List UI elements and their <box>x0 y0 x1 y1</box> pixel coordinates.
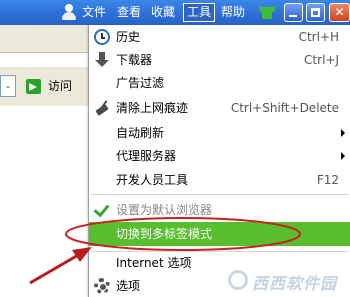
menu-item-clear-traces[interactable]: 清除上网痕迹 Ctrl+Shift+Delete <box>89 96 350 120</box>
menu-view[interactable]: 查看 <box>117 4 141 21</box>
restore-button[interactable] <box>306 3 325 22</box>
skin-shirt-icon[interactable] <box>259 5 275 19</box>
download-icon <box>94 52 110 68</box>
title-bar: 文件 查看 收藏 工具 帮助 ✕ <box>0 0 350 25</box>
submenu-arrow-icon <box>341 152 345 160</box>
menu-item-proxy-server[interactable]: 代理服务器 <box>89 144 350 168</box>
check-icon <box>94 202 110 218</box>
submenu-arrow-icon <box>341 129 345 137</box>
menu-item-history[interactable]: 历史 Ctrl+H <box>89 25 350 49</box>
menu-item-auto-refresh[interactable]: 自动刷新 <box>89 121 350 145</box>
menu-help[interactable]: 帮助 <box>221 4 245 21</box>
menu-favorites[interactable]: 收藏 <box>151 4 175 21</box>
restore-icon <box>311 8 320 17</box>
menu-item-label: 自动刷新 <box>116 126 165 140</box>
menu-item-label: 历史 <box>116 30 141 44</box>
shortcut-label: Ctrl+Shift+Delete <box>230 101 339 115</box>
menu-item-label: 清除上网痕迹 <box>116 101 189 115</box>
user-icon[interactable] <box>62 4 76 20</box>
menu-item-label: 切换到多标签模式 <box>116 227 213 241</box>
watermark-logo: 西西软件园 <box>228 268 348 294</box>
close-button[interactable]: ✕ <box>329 3 350 22</box>
menu-item-label: 选项 <box>116 279 141 293</box>
gear-icon <box>94 278 110 294</box>
minimize-icon <box>289 15 297 17</box>
menu-item-label: 设置为默认浏览器 <box>116 203 213 217</box>
watermark-globe-icon <box>228 270 248 290</box>
menu-item-switch-multi-tab[interactable]: 切换到多标签模式 <box>89 222 350 246</box>
menu-item-dev-tools[interactable]: 开发人员工具 F12 <box>89 168 350 192</box>
shortcut-label: Ctrl+J <box>304 53 339 67</box>
menu-tools[interactable]: 工具 <box>183 3 215 22</box>
address-dropdown-button[interactable]: ⌄ <box>0 75 16 97</box>
menu-item-label: 广告过滤 <box>116 76 165 90</box>
tools-dropdown-menu: 历史 Ctrl+H 下载器 Ctrl+J 广告过滤 清除上网痕迹 Ctrl+Sh… <box>88 25 350 297</box>
toolbar-strip <box>0 25 90 53</box>
menu-item-label: 代理服务器 <box>116 149 177 163</box>
menu-item-downloader[interactable]: 下载器 Ctrl+J <box>89 48 350 72</box>
close-icon: ✕ <box>334 5 345 19</box>
shortcut-label: Ctrl+H <box>298 30 339 44</box>
menu-item-set-default-browser: 设置为默认浏览器 <box>89 198 350 222</box>
menu-item-label: 下载器 <box>116 53 153 67</box>
menu-file[interactable]: 文件 <box>82 4 106 21</box>
annotation-arrow-shaft <box>29 252 81 285</box>
go-button-label[interactable]: 访问 <box>48 79 72 94</box>
shortcut-label: F12 <box>316 173 339 187</box>
watermark-text: 西西软件园 <box>252 274 338 293</box>
menu-item-label: 开发人员工具 <box>116 173 189 187</box>
broom-icon <box>94 100 110 116</box>
go-arrow-icon[interactable] <box>26 79 41 94</box>
minimize-button[interactable] <box>284 3 303 22</box>
menu-item-ad-filter[interactable]: 广告过滤 <box>89 71 350 95</box>
clock-icon <box>94 29 110 45</box>
menu-item-label: Internet 选项 <box>116 256 192 270</box>
menu-separator <box>91 194 349 195</box>
